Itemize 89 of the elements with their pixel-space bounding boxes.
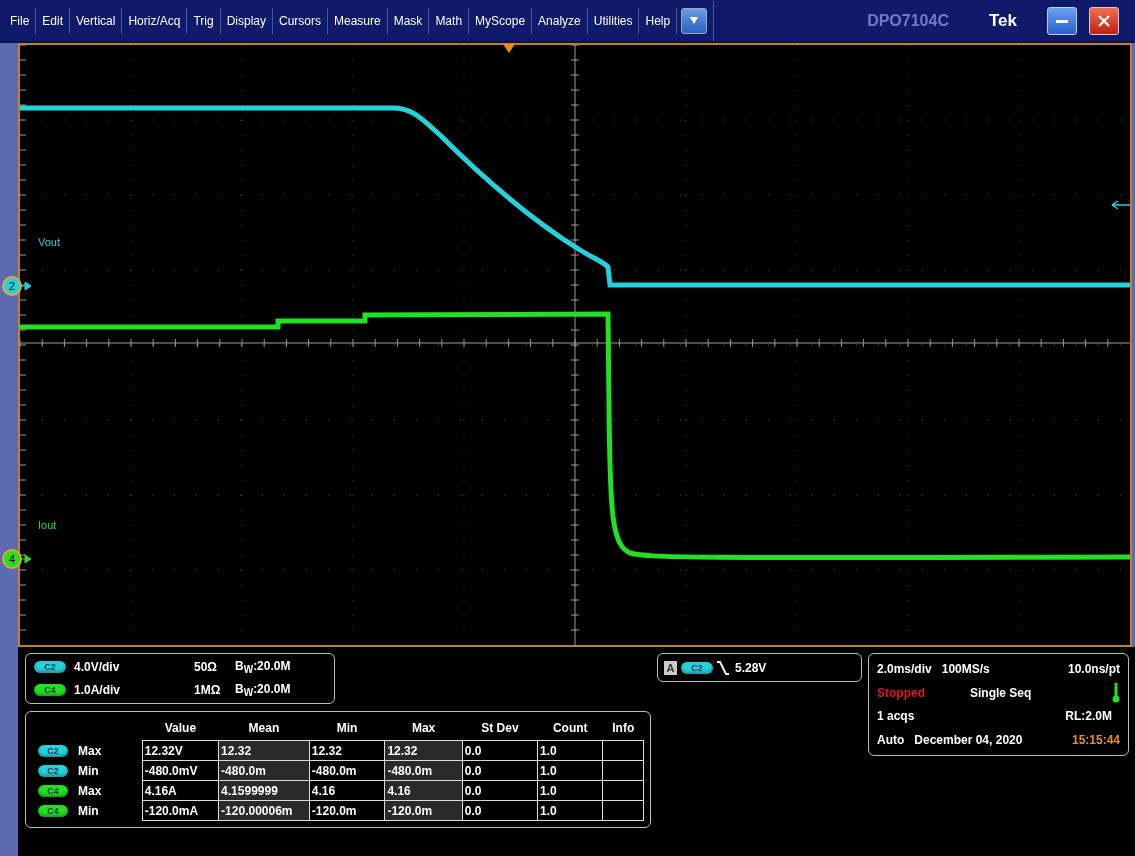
- trace-label: Vout: [38, 236, 61, 248]
- minimize-icon: [1056, 18, 1068, 23]
- channel-badge[interactable]: C4: [34, 684, 66, 696]
- trigger-mode: Auto: [877, 732, 905, 747]
- falling-edge-icon: [717, 660, 729, 675]
- table-cell: -120.0mA: [142, 800, 219, 821]
- menu-item[interactable]: Vertical: [70, 7, 123, 34]
- acquisition-state: Stopped: [877, 685, 925, 700]
- table-cell: 12.32: [218, 740, 310, 761]
- triangle-down-icon: [690, 17, 699, 24]
- menu-item[interactable]: Horiz/Acq: [122, 7, 188, 34]
- time: 15:15:44: [1071, 732, 1120, 747]
- impedance-value: 1MΩ: [194, 683, 222, 697]
- trigger-level-arrow-icon: [1111, 200, 1130, 210]
- table-cell: 1.0: [537, 780, 603, 801]
- table-cell: 12.32: [384, 740, 463, 761]
- column-header: Info: [602, 716, 644, 741]
- menu-item[interactable]: Trig: [187, 7, 221, 34]
- menu-item[interactable]: Edit: [36, 7, 71, 34]
- menu-item[interactable]: Cursors: [273, 7, 328, 34]
- brand-logo: Tek: [988, 10, 1017, 31]
- minimize-button[interactable]: [1047, 6, 1077, 35]
- measurement-name: Max: [78, 743, 102, 758]
- trigger-event-label: A: [664, 660, 677, 675]
- column-header: St Dev: [462, 716, 538, 741]
- table-cell: [602, 740, 644, 761]
- date: December 04, 2020: [914, 732, 1023, 747]
- dropdown-button[interactable]: [681, 7, 708, 34]
- menu-item[interactable]: Math: [429, 7, 470, 34]
- table-cell: 1.0: [537, 800, 603, 821]
- bandwidth-value: B$_{W}$:20.0M: [235, 658, 291, 676]
- menu-item[interactable]: Utilities: [587, 7, 640, 34]
- channel-badge: C4: [38, 784, 68, 797]
- arrow-right-icon: [22, 282, 31, 290]
- table-cell: 0.0: [462, 760, 538, 781]
- timebase: 2.0ms/div: [877, 662, 932, 676]
- measurement-name: Max: [78, 783, 102, 798]
- table-cell: [602, 800, 644, 821]
- record-length: RL:2.0M: [1065, 709, 1112, 724]
- sample-rate: 100MS/s: [941, 662, 990, 676]
- channel-badge: C2: [38, 764, 68, 777]
- acquisition-count: 1 acqs: [877, 709, 915, 724]
- scale-value: 1.0A/div: [74, 683, 122, 697]
- table-cell: 0.0: [462, 800, 538, 821]
- close-button[interactable]: [1089, 6, 1119, 35]
- bandwidth-value: B$_{W}$:20.0M: [235, 681, 291, 699]
- trigger-level: 5.28V: [735, 660, 767, 675]
- menu-item[interactable]: Display: [220, 7, 273, 34]
- table-cell: 0.0: [462, 740, 538, 761]
- channel-marker[interactable]: 4: [2, 549, 22, 569]
- table-cell: 1.0: [537, 760, 603, 781]
- channel-badge: C2: [38, 744, 68, 757]
- column-header: Min: [309, 716, 385, 741]
- channel-badge[interactable]: C2: [681, 661, 713, 674]
- table-cell: 4.16: [309, 780, 385, 801]
- arrow-right-icon: [22, 555, 31, 563]
- column-header: Count: [537, 716, 603, 741]
- measurement-name: Min: [78, 763, 99, 778]
- column-header: Value: [142, 716, 219, 741]
- trace-label: Iout: [38, 519, 57, 531]
- table-cell: 1.0: [537, 740, 603, 761]
- column-header: Max: [384, 716, 463, 741]
- impedance-value: 50Ω: [194, 660, 218, 674]
- table-cell: [602, 780, 644, 801]
- menu-item[interactable]: MyScope: [469, 7, 533, 34]
- table-cell: 0.0: [462, 780, 538, 801]
- table-cell: 12.32: [309, 740, 385, 761]
- menu-item[interactable]: Measure: [328, 7, 388, 34]
- time-per-point: 10.0ns/pt: [1067, 662, 1120, 676]
- scale-value: 4.0V/div: [74, 660, 121, 674]
- table-cell: 12.32V: [142, 740, 219, 761]
- model-name: DPO7104C: [867, 11, 949, 30]
- channel-badge: C4: [38, 804, 68, 817]
- thermometer-icon: [1112, 682, 1120, 703]
- channel-marker[interactable]: 2: [2, 276, 22, 296]
- close-icon: [1098, 14, 1110, 27]
- menu-item[interactable]: File: [4, 7, 37, 34]
- table-cell: 4.16A: [142, 780, 219, 801]
- menu-item[interactable]: Help: [639, 7, 678, 34]
- column-header: Mean: [218, 716, 310, 741]
- measurement-name: Min: [78, 803, 99, 818]
- menu-item[interactable]: Mask: [387, 7, 430, 34]
- table-cell: -120.0m: [309, 800, 385, 821]
- acquisition-mode: Single Seq: [970, 685, 1032, 700]
- menu-item[interactable]: Analyze: [532, 7, 588, 34]
- table-cell: -480.0mV: [142, 760, 219, 781]
- table-cell: -480.0m: [309, 760, 385, 781]
- table-cell: [602, 760, 644, 781]
- channel-badge[interactable]: C2: [34, 661, 66, 673]
